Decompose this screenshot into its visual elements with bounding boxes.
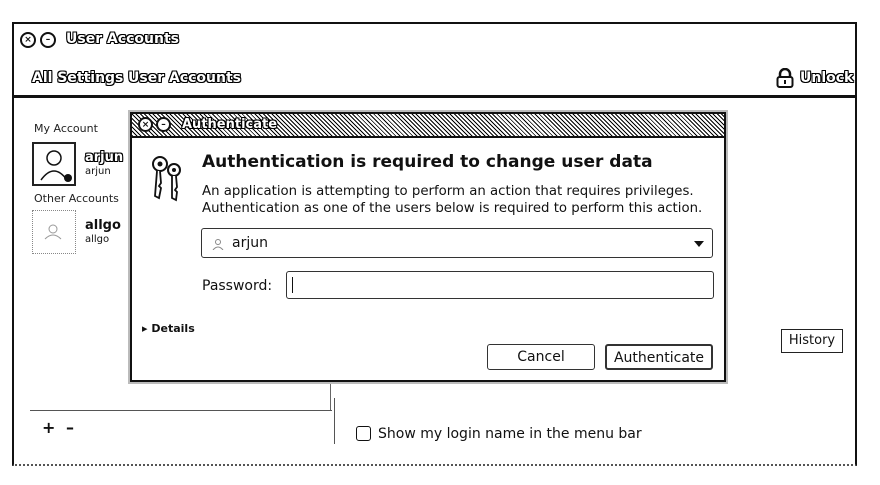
main-window-header: × – User Accounts All Settings User Acco… [12,22,857,98]
window-title: User Accounts [66,31,179,47]
unlock-button[interactable]: Unlock [800,70,853,86]
avatar [32,142,76,186]
details-label: Details [151,322,195,335]
user-select-dropdown[interactable]: arjun [201,228,713,258]
breadcrumb-all-settings[interactable]: All Settings [32,70,123,86]
close-icon[interactable]: × [20,32,36,48]
add-user-button[interactable]: + [42,418,55,437]
account-row-arjun[interactable]: arjun arjun [30,140,130,190]
chevron-down-icon [694,241,704,247]
dialog-message-line1: An application is attempting to perform … [202,184,694,199]
dialog-minimize-icon[interactable]: – [156,117,171,132]
person-icon [44,224,62,240]
dialog-close-icon[interactable]: × [138,117,153,132]
minimize-icon[interactable]: – [40,32,56,48]
dialog-title: Authenticate [182,117,278,132]
account-name: arjun [85,150,124,165]
selected-user: arjun [232,235,268,251]
cancel-button[interactable]: Cancel [487,344,595,370]
dialog-message-line2: Authentication as one of the users below… [202,201,703,216]
account-username: arjun [85,166,111,177]
panel-divider [334,398,335,444]
authenticate-dialog: × – Authenticate Authentication is requi… [130,112,726,382]
lock-icon[interactable] [776,68,794,88]
password-input[interactable] [286,271,714,299]
avatar [32,210,76,254]
person-icon [40,150,72,182]
account-row-allgo[interactable]: allgo allgo [30,208,130,258]
breadcrumb-user-accounts[interactable]: User Accounts [128,70,241,86]
password-label: Password: [202,278,273,294]
remove-user-button[interactable]: – [66,418,74,437]
my-account-label: My Account [34,122,98,135]
account-username: allgo [85,234,110,245]
dialog-titlebar: × – Authenticate [132,114,724,138]
account-name: allgo [85,218,121,233]
authenticate-button[interactable]: Authenticate [605,344,713,370]
show-login-label: Show my login name in the menu bar [378,426,642,442]
keys-icon [152,156,181,202]
other-accounts-label: Other Accounts [34,192,119,205]
list-divider [30,410,332,411]
show-login-checkbox[interactable] [356,426,371,441]
chevron-right-icon: ▸ [142,322,148,335]
history-button[interactable]: History [781,329,843,353]
dialog-heading: Authentication is required to change use… [202,152,653,172]
details-expander[interactable]: ▸ Details [142,322,195,335]
user-icon [212,239,224,250]
text-caret [292,277,293,293]
